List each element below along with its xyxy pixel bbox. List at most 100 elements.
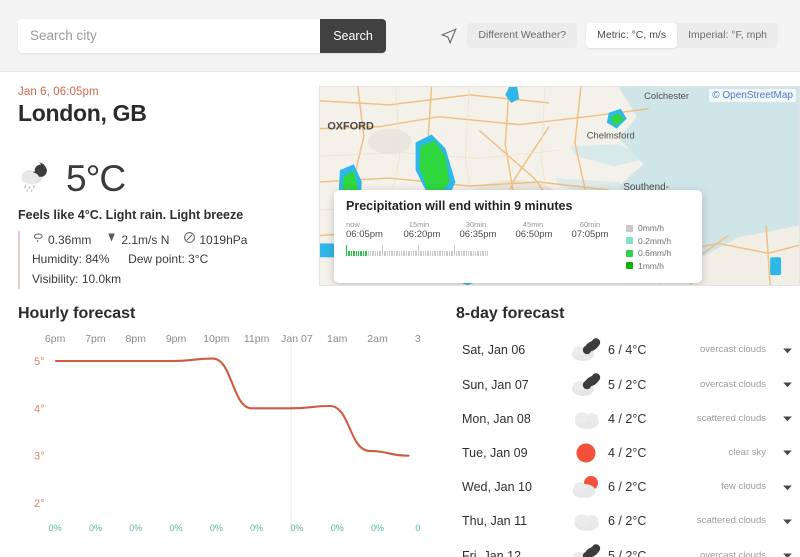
legend-item: 1mm/h	[626, 261, 690, 271]
raindrop-icon	[32, 231, 45, 250]
timeline-tick	[393, 251, 396, 256]
hourly-chart[interactable]: 6pm 7pm 8pm 9pm 10pm 11pm Jan 07 1am 2am 3 2° 3° 4°…	[18, 333, 438, 534]
timeline-tick	[396, 251, 398, 256]
chevron-down-icon[interactable]	[774, 379, 800, 390]
chevron-down-icon[interactable]	[774, 413, 800, 424]
search-bar: Search	[18, 18, 386, 53]
chart-precip-label: 0%	[290, 523, 304, 534]
current-city: London, GB	[18, 100, 147, 126]
timeline-tick	[479, 251, 482, 256]
chart-x-label: 7pm	[85, 333, 106, 346]
current-temperature-block: 5°C	[18, 157, 318, 200]
chart-x-label: 10pm	[203, 333, 230, 346]
wind-direction-icon	[105, 231, 118, 250]
timeline-tick	[360, 251, 362, 256]
top-bar: Search Different Weather? Metric: °C, m/…	[0, 0, 800, 72]
visibility-value: 10.0km	[81, 271, 122, 286]
daily-forecast-row[interactable]: Fri, Jan 12 5 / 2°C overcast clouds	[456, 538, 800, 557]
timeline-tick	[389, 251, 391, 256]
top-bar-actions: Different Weather? Metric: °C, m/s Imper…	[440, 23, 782, 48]
precipitation-map[interactable]: OXFORD LONDON Reading Chelmsford Colches…	[319, 86, 800, 286]
unit-metric-button[interactable]: Metric: °C, m/s	[586, 23, 678, 48]
chart-precip-label: 0%	[371, 523, 385, 534]
timeline-offset: 45min	[522, 220, 544, 229]
precipitation-stat: 0.36mm	[32, 231, 91, 250]
stats-row-humidity: Humidity: 84% Dew point: 3°C	[32, 250, 318, 269]
navigation-arrow-icon[interactable]	[440, 27, 458, 45]
timeline-tick	[463, 251, 465, 256]
day-temperature: 6 / 4°C	[608, 343, 647, 358]
humidity-label: Humidity:	[32, 252, 83, 267]
svg-text:4°: 4°	[34, 404, 45, 416]
daily-forecast-row[interactable]: Thu, Jan 11 6 / 2°C scattered clouds	[456, 504, 800, 538]
day-description: clear sky	[728, 447, 766, 459]
day-description: few clouds	[721, 481, 766, 493]
different-weather-button[interactable]: Different Weather?	[467, 23, 578, 48]
day-temperature: 4 / 2°C	[608, 411, 647, 426]
chart-canvas: 2° 3° 4° 5°	[34, 333, 410, 534]
timeline-tick	[391, 251, 393, 256]
pressure-stat: 1019hPa	[183, 231, 247, 250]
timeline-tick	[436, 251, 439, 256]
openstreetmap-credit[interactable]: © OpenStreetMap	[709, 89, 796, 102]
clear-sky-icon	[566, 440, 608, 466]
legend-swatch	[626, 224, 633, 232]
chevron-down-icon[interactable]	[774, 447, 800, 458]
pressure-value: 1019hPa	[199, 233, 248, 247]
chevron-down-icon[interactable]	[774, 550, 800, 557]
timeline-tick	[422, 251, 424, 256]
scattered-clouds-icon	[566, 406, 608, 432]
timeline-tick	[451, 251, 453, 256]
chevron-down-icon[interactable]	[774, 482, 800, 493]
chart-precip-label: 0%	[169, 523, 183, 534]
timeline-tick	[453, 245, 455, 256]
timeline-offsets: now 15min 30min 45min 60min	[346, 220, 618, 229]
scattered-clouds-icon	[566, 508, 608, 534]
search-button[interactable]: Search	[320, 18, 386, 53]
chart-x-axis-labels: 6pm 7pm 8pm 9pm 10pm 11pm Jan 07 1am 2am 3	[18, 333, 438, 345]
chevron-down-icon[interactable]	[774, 516, 800, 527]
timeline-tick	[353, 251, 355, 256]
daily-forecast-row[interactable]: Sun, Jan 07 5 / 2°C overcast clouds	[456, 368, 800, 402]
current-datetime: Jan 6, 06:05pm	[18, 86, 99, 98]
legend-swatch	[626, 237, 633, 244]
daily-forecast-row[interactable]: Wed, Jan 10 6 / 2°C few clouds	[456, 470, 800, 504]
precipitation-legend: 0mm/h 0.2mm/h 0.6mm/h 1mm/h	[618, 220, 690, 273]
daily-forecast-row[interactable]: Sat, Jan 06 6 / 4°C overcast clouds	[456, 333, 800, 367]
timeline-tick	[487, 251, 489, 256]
legend-label: 1mm/h	[638, 260, 664, 271]
current-temperature: 5°C	[66, 157, 126, 199]
day-label: Sat, Jan 06	[462, 343, 526, 358]
svg-text:5°: 5°	[34, 356, 45, 368]
hourly-forecast-title: Hourly forecast	[18, 305, 136, 323]
search-input[interactable]	[18, 18, 320, 53]
timeline-tick	[415, 251, 417, 256]
day-temperature: 6 / 2°C	[608, 480, 647, 495]
timeline-tick	[398, 251, 400, 256]
day-description: scattered clouds	[696, 412, 766, 424]
daily-forecast-list: Sat, Jan 06 6 / 4°C overcast clouds Sun,…	[456, 333, 800, 557]
chart-x-label: 8pm	[125, 333, 146, 346]
chevron-down-icon[interactable]	[774, 345, 800, 356]
daily-forecast-row[interactable]: Mon, Jan 08 4 / 2°C scattered clouds	[456, 402, 800, 436]
daily-forecast-panel: 8-day forecast Sat, Jan 06 6 / 4°C overc…	[450, 305, 800, 557]
timeline-tick	[465, 251, 467, 256]
unit-imperial-button[interactable]: Imperial: °F, mph	[677, 23, 778, 48]
legend-label: 0.6mm/h	[638, 248, 672, 258]
timeline-tick	[441, 251, 444, 256]
daily-forecast-title: 8-day forecast	[456, 305, 565, 323]
timeline-tick	[482, 251, 484, 256]
timeline-tick	[346, 245, 348, 256]
legend-swatch	[626, 249, 633, 257]
legend-item: 0.6mm/h	[626, 248, 690, 258]
timeline-tick	[417, 245, 420, 256]
timeline-offset: 15min	[408, 220, 430, 229]
svg-text:OXFORD: OXFORD	[327, 121, 374, 133]
chart-precip-label: 0%	[330, 523, 344, 534]
day-label: Wed, Jan 10	[462, 480, 532, 495]
rain-cloud-night-icon	[18, 157, 60, 200]
timeline-tick	[444, 251, 446, 256]
timeline-tick	[365, 251, 367, 256]
daily-forecast-row[interactable]: Tue, Jan 09 4 / 2°C clear sky	[456, 436, 800, 470]
chart-precipitation-labels: 0% 0% 0% 0% 0% 0% 0% 0% 0% 0	[18, 523, 438, 533]
